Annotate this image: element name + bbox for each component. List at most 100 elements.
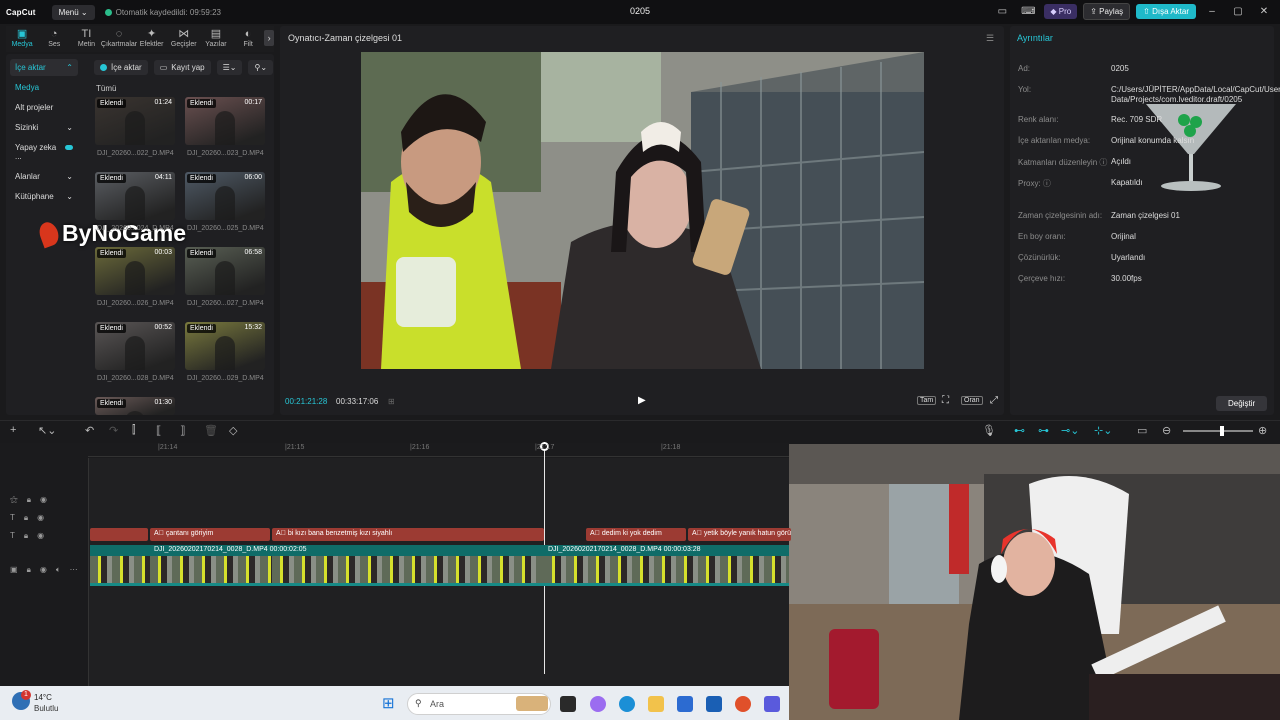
snap-icon[interactable]: ⊶ bbox=[1038, 424, 1049, 437]
zoom-in-icon[interactable]: ⊕ bbox=[1258, 424, 1267, 437]
trim-left-icon[interactable]: ⟦ bbox=[156, 424, 161, 437]
close-icon[interactable]: ✕ bbox=[1254, 6, 1274, 17]
eye-icon[interactable]: ◉ bbox=[37, 513, 44, 523]
tab-effects[interactable]: ✦ Efektler bbox=[136, 26, 168, 52]
fullscreen-quality-button[interactable]: Tam bbox=[917, 396, 937, 405]
tab-text[interactable]: TI Metin bbox=[70, 26, 102, 52]
lock-icon[interactable]: 🔒︎ bbox=[27, 495, 31, 505]
store-icon[interactable] bbox=[677, 696, 693, 712]
task-view-icon[interactable] bbox=[560, 696, 576, 712]
mute-icon[interactable]: 🔈︎ bbox=[56, 565, 61, 575]
zoom-slider[interactable] bbox=[1183, 430, 1253, 432]
tab-sticker[interactable]: ◌ Çıkartmalar bbox=[101, 26, 137, 52]
link-magnet-icon[interactable]: ⊷ bbox=[1014, 424, 1025, 437]
media-thumbnail[interactable]: Eklendi 04:11 bbox=[95, 172, 175, 220]
pro-button[interactable]: ◆ Pro bbox=[1044, 4, 1078, 19]
zoom-slider-handle[interactable] bbox=[1220, 426, 1224, 436]
captions-toggle-icon[interactable]: ▭ bbox=[1137, 424, 1147, 437]
windows-start-icon[interactable]: ⊞ bbox=[382, 696, 398, 712]
sort-button[interactable]: ☰⌄ bbox=[216, 60, 243, 75]
play-button[interactable]: ▶ bbox=[638, 395, 646, 406]
shortcuts-icon[interactable]: ⌨ bbox=[1018, 6, 1038, 17]
media-thumbnail[interactable]: Eklendi 00:17 bbox=[185, 97, 265, 145]
split-icon[interactable]: ⫿ bbox=[132, 424, 136, 437]
all-filter-label[interactable]: Tümü bbox=[96, 84, 116, 93]
tab-label: Filt bbox=[243, 41, 253, 48]
eye-icon[interactable]: ◉ bbox=[40, 495, 47, 505]
player-menu-icon[interactable]: ☰ bbox=[986, 33, 994, 44]
video-clip-label-start[interactable] bbox=[90, 545, 150, 556]
filter-button[interactable]: ⚲⌄ bbox=[248, 60, 274, 75]
sidebar-item[interactable]: İçe aktar ⌃ bbox=[10, 59, 78, 76]
sidebar-item[interactable]: Kütüphane ⌄ bbox=[10, 188, 78, 205]
text-clip[interactable]: A⃞ dedim ki yok dedim bbox=[586, 528, 686, 541]
video-clip-filmstrip[interactable] bbox=[150, 556, 272, 586]
export-button[interactable]: ⇧ Dışa Aktar bbox=[1136, 4, 1196, 19]
video-preview[interactable] bbox=[361, 52, 924, 369]
file-explorer-icon[interactable] bbox=[648, 696, 664, 712]
linkage-icon[interactable]: ⊸⌄ bbox=[1061, 424, 1079, 437]
menu-button[interactable]: Menü ⌄ bbox=[51, 4, 95, 20]
select-tool-icon[interactable]: ↖⌄ bbox=[38, 424, 56, 437]
change-button[interactable]: Değiştir bbox=[1216, 396, 1268, 411]
redo-icon[interactable]: ↷ bbox=[109, 424, 118, 437]
media-thumbnail[interactable]: Eklendi 06:58 bbox=[185, 247, 265, 295]
sidebar-item[interactable]: Sizinki ⌄ bbox=[10, 119, 78, 136]
layout-icon[interactable]: ▭ bbox=[992, 6, 1012, 17]
media-thumbnail[interactable]: Eklendi 00:03 bbox=[95, 247, 175, 295]
sidebar-item[interactable]: Yapay zeka ... bbox=[10, 139, 78, 165]
lock-icon[interactable]: 🔒︎ bbox=[24, 531, 28, 541]
preview-axis-icon[interactable]: ⊹⌄ bbox=[1094, 424, 1112, 437]
tab-filter[interactable]: ◐ Filt bbox=[232, 26, 264, 52]
lock-icon[interactable]: 🔒︎ bbox=[24, 513, 28, 523]
text-clip[interactable]: A⃞ bi kızı bana benzetmiş kızı siyahlı bbox=[272, 528, 544, 541]
text-clip[interactable]: A⃞ çantanı göriyim bbox=[150, 528, 270, 541]
tabs-scroll-right-icon[interactable]: › bbox=[264, 30, 274, 46]
media-thumbnail[interactable]: Eklendi 01:24 bbox=[95, 97, 175, 145]
media-thumbnail[interactable]: Eklendi 00:52 bbox=[95, 322, 175, 370]
eye-icon[interactable]: ◉ bbox=[37, 531, 44, 541]
text-clip[interactable]: A⃞ yetik böyle yanık hatun görüy bbox=[688, 528, 791, 541]
video-clip-label[interactable]: DJI_20260202170214_0028_D.MP4 00:00:02:0… bbox=[150, 545, 544, 556]
outlook-icon[interactable] bbox=[706, 696, 722, 712]
sidebar-item[interactable]: Alanlar ⌄ bbox=[10, 168, 78, 185]
lock-icon[interactable]: 🔒︎ bbox=[27, 565, 31, 575]
microphone-icon[interactable]: 🎙 bbox=[982, 424, 996, 437]
video-clip-filmstrip[interactable] bbox=[272, 556, 544, 586]
media-thumbnail[interactable]: Eklendi 01:30 bbox=[95, 397, 175, 415]
tab-transition[interactable]: ⋈ Geçişler bbox=[168, 26, 200, 52]
timecode-grid-icon[interactable]: ⊞ bbox=[388, 397, 395, 406]
sidebar-item[interactable]: Medya bbox=[10, 79, 78, 96]
media-thumbnail[interactable]: Eklendi 15:32 bbox=[185, 322, 265, 370]
video-clip-filmstrip[interactable] bbox=[544, 556, 789, 586]
minimize-icon[interactable]: – bbox=[1202, 6, 1222, 17]
import-button[interactable]: İçe aktar bbox=[94, 60, 148, 75]
teams-icon[interactable] bbox=[764, 696, 780, 712]
firefox-icon[interactable] bbox=[735, 696, 751, 712]
text-clip[interactable] bbox=[90, 528, 148, 541]
trim-right-icon[interactable]: ⟧ bbox=[180, 424, 185, 437]
sidebar-item[interactable]: Alt projeler bbox=[10, 99, 78, 116]
undo-icon[interactable]: ↶ bbox=[85, 424, 94, 437]
tab-captions[interactable]: ▤ Yazılar bbox=[200, 26, 232, 52]
edge-icon[interactable] bbox=[619, 696, 635, 712]
maximize-icon[interactable]: ▢ bbox=[1228, 6, 1248, 17]
record-button[interactable]: ▭ Kayıt yap bbox=[153, 60, 211, 75]
add-track-icon[interactable]: + bbox=[10, 424, 16, 436]
media-thumbnail[interactable]: Eklendi 06:00 bbox=[185, 172, 265, 220]
tab-media[interactable]: ▣ Medya bbox=[6, 26, 38, 52]
crop-icon[interactable]: ⛶ bbox=[942, 395, 949, 406]
tab-audio[interactable]: ◔ Ses bbox=[38, 26, 70, 52]
share-button[interactable]: ⇪ Paylaş bbox=[1083, 3, 1131, 20]
more-icon[interactable]: ⋯ bbox=[70, 565, 78, 575]
video-clip-filmstrip[interactable] bbox=[90, 556, 150, 586]
zoom-out-icon[interactable]: ⊖ bbox=[1162, 424, 1171, 437]
shield-icon[interactable]: ◇ bbox=[229, 424, 237, 437]
ratio-button[interactable]: Oran bbox=[961, 396, 983, 405]
timeline-ruler[interactable] bbox=[88, 443, 789, 457]
delete-icon[interactable]: 🗑 bbox=[204, 424, 218, 437]
video-clip-label[interactable]: DJI_20260202170214_0028_D.MP4 00:00:03:2… bbox=[544, 545, 789, 556]
eye-icon[interactable]: ◉ bbox=[40, 565, 47, 575]
fullscreen-icon[interactable]: ⤢ bbox=[990, 395, 998, 406]
copilot-icon[interactable] bbox=[590, 696, 606, 712]
